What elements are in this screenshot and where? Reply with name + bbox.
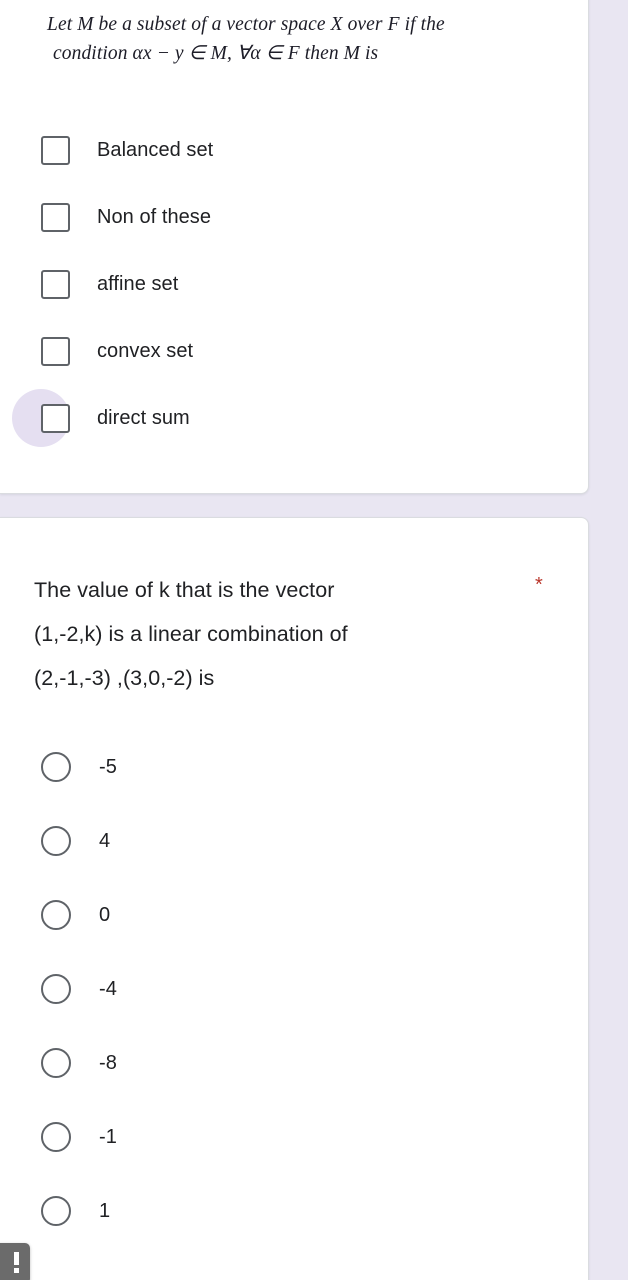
radio-option-minus-5[interactable]: -5 bbox=[0, 742, 589, 792]
checkbox-option-label: direct sum bbox=[97, 406, 190, 429]
google-form-page: Let M be a subset of a vector space X ov… bbox=[0, 0, 628, 1280]
radio-option-0[interactable]: 0 bbox=[0, 890, 589, 940]
question-card-2[interactable]: The value of k that is the vector (1,-2,… bbox=[0, 517, 589, 1280]
radio-option-minus-8[interactable]: -8 bbox=[0, 1038, 589, 1088]
radio-icon[interactable] bbox=[41, 752, 71, 782]
radio-option-minus-1[interactable]: -1 bbox=[0, 1112, 589, 1162]
radio-option-1[interactable]: 1 bbox=[0, 1186, 589, 1236]
radio-icon[interactable] bbox=[41, 974, 71, 1004]
question-card-1[interactable]: Let M be a subset of a vector space X ov… bbox=[0, 0, 589, 494]
checkbox-option-direct-sum[interactable]: direct sum bbox=[0, 389, 589, 447]
checkbox-option-label: Balanced set bbox=[97, 138, 214, 161]
exclamation-dot bbox=[14, 1268, 19, 1273]
checkbox-icon[interactable] bbox=[41, 336, 70, 366]
radio-option-label: -8 bbox=[99, 1051, 117, 1074]
required-asterisk: * bbox=[535, 574, 543, 596]
exclamation-stem bbox=[14, 1252, 19, 1265]
checkbox-option-balanced-set[interactable]: Balanced set bbox=[0, 126, 589, 174]
question-2-title-line-1: The value of k that is the vector bbox=[34, 578, 335, 602]
radio-option-label: -1 bbox=[99, 1125, 117, 1148]
checkbox-option-label: affine set bbox=[97, 272, 179, 295]
radio-option-4[interactable]: 4 bbox=[0, 816, 589, 866]
radio-icon[interactable] bbox=[41, 1122, 71, 1152]
radio-option-label: 1 bbox=[99, 1199, 111, 1222]
checkbox-option-affine-set[interactable]: affine set bbox=[0, 260, 589, 308]
checkbox-icon[interactable] bbox=[41, 202, 70, 232]
radio-option-minus-4[interactable]: -4 bbox=[0, 964, 589, 1014]
radio-icon[interactable] bbox=[41, 1196, 71, 1226]
radio-icon[interactable] bbox=[41, 900, 71, 930]
checkbox-icon[interactable] bbox=[41, 135, 70, 165]
question-1-title-image: Let M be a subset of a vector space X ov… bbox=[47, 10, 547, 72]
checkbox-option-non-of-these[interactable]: Non of these bbox=[0, 193, 589, 241]
radio-option-label: -5 bbox=[99, 755, 117, 778]
checkbox-option-label: Non of these bbox=[97, 205, 212, 228]
radio-option-label: 4 bbox=[99, 829, 111, 852]
question-2-title-line-2: (1,-2,k) is a linear combination of bbox=[34, 622, 348, 646]
radio-option-label: 0 bbox=[99, 903, 111, 926]
question-1-title-line-1: Let M be a subset of a vector space X ov… bbox=[47, 14, 445, 35]
checkbox-option-convex-set[interactable]: convex set bbox=[0, 327, 589, 375]
checkbox-icon[interactable] bbox=[41, 269, 70, 299]
checkbox-option-label: convex set bbox=[97, 339, 194, 362]
question-2-title: The value of k that is the vector (1,-2,… bbox=[34, 568, 504, 700]
question-2-title-line-3: (2,-1,-3) ,(3,0,-2) is bbox=[34, 666, 215, 690]
radio-icon[interactable] bbox=[41, 1048, 71, 1078]
error-exclamation-icon[interactable] bbox=[0, 1243, 30, 1280]
radio-option-label: -4 bbox=[99, 977, 117, 1000]
question-1-title-line-2: condition αx − y ∈ M, ∀α ∈ F then M is bbox=[53, 43, 379, 64]
checkbox-icon[interactable] bbox=[41, 403, 70, 433]
radio-icon[interactable] bbox=[41, 826, 71, 856]
